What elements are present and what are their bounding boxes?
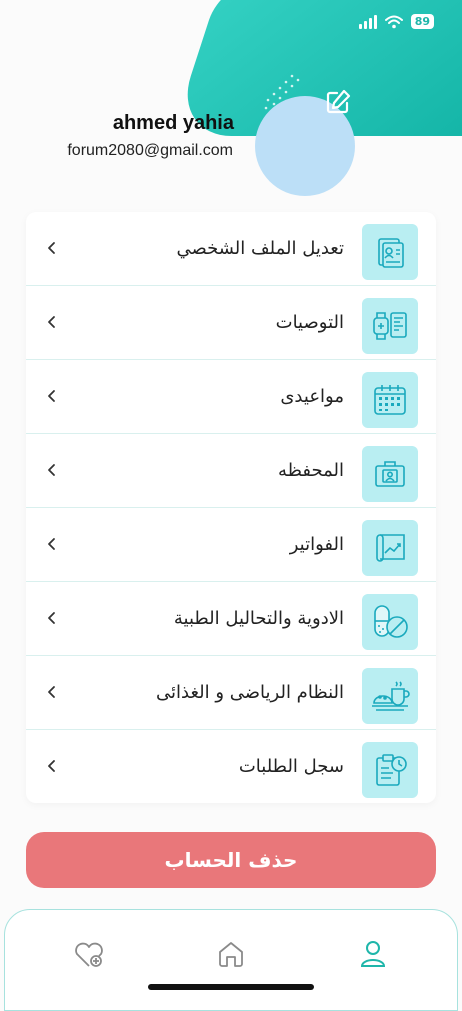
calendar-icon [362,372,418,428]
menu-item-diet-exercise[interactable]: النظام الرياضى و الغذائى [26,656,436,730]
bottom-nav [4,909,458,1011]
chevron-left-icon [48,316,55,328]
menu-label: تعديل الملف الشخصي [176,238,344,259]
menu-label: مواعيدى [280,386,344,407]
battery-level: 89 [410,14,434,29]
menu-item-appointments[interactable]: مواعيدى [26,360,436,434]
profile-document-icon [362,224,418,280]
menu-label: النظام الرياضى و الغذائى [156,682,344,703]
menu-item-edit-profile[interactable]: تعديل الملف الشخصي [26,212,436,286]
nav-profile[interactable] [353,934,393,974]
menu-label: سجل الطلبات [238,756,344,777]
menu-item-recommendations[interactable]: التوصيات [26,286,436,360]
user-name: ahmed yahia [112,112,234,134]
home-indicator [148,984,314,990]
chevron-left-icon [48,538,55,550]
chevron-left-icon [48,760,55,772]
user-email: forum2080@gmail.com [67,142,233,159]
profile-menu: تعديل الملف الشخصي التوصيات مواعيدى المح… [26,212,436,803]
home-icon [219,942,243,967]
edit-icon[interactable] [324,88,352,116]
menu-item-order-history[interactable]: سجل الطلبات [26,730,436,803]
invoice-chart-icon [362,520,418,576]
chevron-left-icon [48,612,55,624]
menu-label: التوصيات [275,312,344,333]
wifi-icon [384,15,403,28]
clipboard-clock-icon [362,742,418,798]
menu-label: الفواتير [289,534,344,555]
delete-account-button[interactable]: حذف الحساب [26,832,436,888]
nav-home[interactable] [211,934,251,974]
chevron-left-icon [48,242,55,254]
smartwatch-recommendations-icon [362,298,418,354]
meal-coffee-icon [362,668,418,724]
chevron-left-icon [48,464,55,476]
pills-icon [362,594,418,650]
user-icon [360,941,386,967]
status-bar: 89 [0,0,462,50]
menu-item-medicines[interactable]: الادوية والتحاليل الطبية [26,582,436,656]
menu-item-wallet[interactable]: المحفظه [26,434,436,508]
chevron-left-icon [48,686,55,698]
chevron-left-icon [48,390,55,402]
wallet-id-icon [362,446,418,502]
menu-label: الادوية والتحاليل الطبية [173,608,344,629]
menu-label: المحفظه [277,460,344,481]
signal-icon [358,14,377,29]
menu-item-invoices[interactable]: الفواتير [26,508,436,582]
nav-health[interactable] [69,934,109,974]
heart-plus-icon [75,942,103,967]
